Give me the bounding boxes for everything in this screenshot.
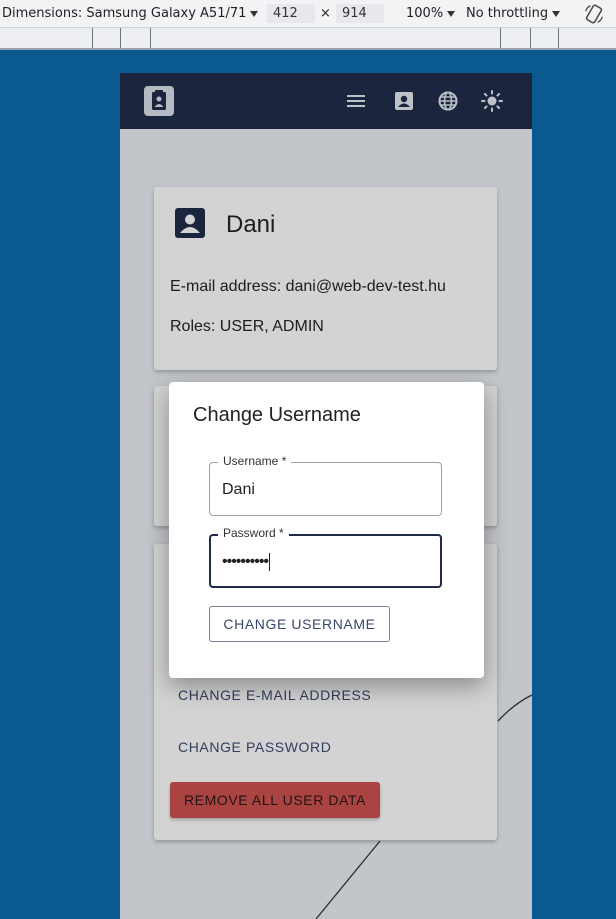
dialog-title: Change Username xyxy=(193,404,361,426)
devtools-toolbar: Dimensions: Samsung Galaxy A51/71 412 × … xyxy=(0,0,616,28)
password-mask: •••••••••• xyxy=(222,553,269,571)
device-dimensions-label: Dimensions: Samsung Galaxy A51/71 xyxy=(2,6,247,21)
media-query-ruler xyxy=(0,28,616,50)
rotate-icon[interactable] xyxy=(583,3,605,25)
change-username-button[interactable]: CHANGE USERNAME xyxy=(209,606,390,642)
chevron-down-icon xyxy=(250,10,259,17)
password-field[interactable]: Password * •••••••••• xyxy=(209,526,442,588)
password-label: Password * xyxy=(218,526,289,540)
username-input[interactable]: Dani xyxy=(222,481,255,499)
chevron-down-icon xyxy=(447,10,456,17)
device-dimensions-dropdown[interactable]: Dimensions: Samsung Galaxy A51/71 xyxy=(2,6,259,21)
height-input[interactable]: 914 xyxy=(336,4,384,23)
zoom-dropdown[interactable]: 100% xyxy=(406,6,456,21)
chevron-down-icon xyxy=(552,10,561,17)
username-field[interactable]: Username * Dani xyxy=(209,454,442,516)
zoom-label: 100% xyxy=(406,6,444,21)
dimension-separator: × xyxy=(320,6,331,21)
throttling-dropdown[interactable]: No throttling xyxy=(466,6,561,21)
throttling-label: No throttling xyxy=(466,6,549,21)
username-label: Username * xyxy=(218,454,292,468)
change-username-dialog: Change Username Username * Dani Password… xyxy=(169,382,484,678)
password-input[interactable]: •••••••••• xyxy=(222,553,271,571)
text-cursor xyxy=(269,553,271,571)
width-input[interactable]: 412 xyxy=(267,4,315,23)
